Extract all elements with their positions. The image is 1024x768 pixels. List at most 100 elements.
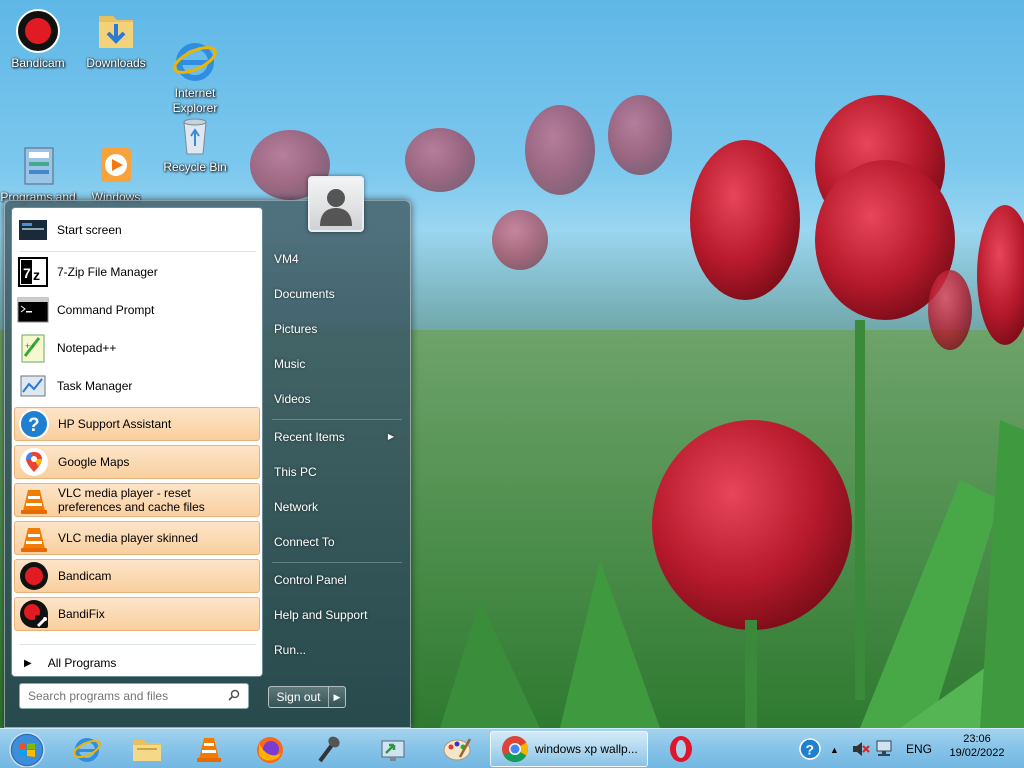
folder-icon (133, 740, 161, 761)
desktop-icon-downloads[interactable]: Downloads (78, 8, 154, 71)
place-item-videos[interactable]: Videos (268, 384, 406, 414)
menu-item-label: Start screen (57, 223, 122, 237)
all-programs-label: All Programs (47, 656, 117, 670)
speaker-muted-icon (853, 742, 870, 756)
bandicam-icon (18, 560, 50, 592)
help-question-icon: ? (799, 738, 821, 760)
tray-volume-muted[interactable] (850, 729, 870, 768)
taskbar-paint[interactable] (430, 731, 484, 767)
programs-features-icon (15, 127, 61, 185)
7zip-icon: 7z (17, 256, 49, 288)
taskbar-opera[interactable] (654, 731, 708, 767)
svg-text:++: ++ (25, 341, 36, 351)
command-prompt-icon (17, 294, 49, 326)
sign-out-button[interactable]: Sign out ▶ (268, 686, 346, 708)
menu-item-vlc-skinned[interactable]: VLC media player skinned (14, 521, 260, 555)
places-separator (272, 419, 402, 420)
place-item-run[interactable]: Run... (268, 635, 406, 665)
menu-item-google-maps[interactable]: Google Maps (14, 445, 260, 479)
place-item-connect-to[interactable]: Connect To (268, 527, 406, 557)
windows-orb-icon (9, 732, 45, 768)
desktop-icon-label: Recycle Bin (163, 160, 227, 174)
place-item-control-panel[interactable]: Control Panel (268, 565, 406, 595)
taskbar-chrome-window[interactable]: windows xp wallp... (490, 731, 648, 767)
place-item-this-pc[interactable]: This PC (268, 457, 406, 487)
svg-text:?: ? (806, 742, 815, 758)
taskbar-remote-desktop[interactable] (366, 731, 420, 767)
menu-item-label: HP Support Assistant (58, 417, 172, 431)
svg-text:7: 7 (23, 265, 31, 281)
menu-item-command-prompt[interactable]: Command Prompt (14, 293, 260, 327)
firefox-icon (257, 737, 283, 763)
tray-help-icon[interactable]: ? (798, 729, 822, 768)
place-item-network[interactable]: Network (268, 492, 406, 522)
menu-item-task-manager[interactable]: Task Manager (14, 369, 260, 403)
start-menu-programs-pane: Start screen 7z 7-Zip File Manager Comma… (11, 207, 263, 677)
menu-item-label: VLC media player - reset preferences and… (58, 486, 205, 514)
tray-language[interactable]: ENG (906, 729, 932, 768)
menu-item-bandicam[interactable]: Bandicam (14, 559, 260, 593)
menu-item-notepadpp[interactable]: ++ Notepad++ (14, 331, 260, 365)
recycle-bin-icon (172, 112, 218, 158)
internet-explorer-icon (172, 23, 218, 81)
task-label: windows xp wallp... (535, 742, 638, 756)
menu-item-label: Google Maps (58, 455, 130, 469)
menu-item-7zip[interactable]: 7z 7-Zip File Manager (14, 255, 260, 289)
taskbar-internet-explorer[interactable] (60, 731, 114, 767)
taskbar-clock[interactable]: 23:06 19/02/2022 (942, 732, 1012, 760)
start-button[interactable] (0, 731, 52, 768)
desktop-icon-label: Bandicam (11, 56, 65, 70)
vlc-cone-icon (197, 738, 221, 762)
place-item-pictures[interactable]: Pictures (268, 314, 406, 344)
search-input[interactable] (28, 689, 224, 703)
help-question-icon: ? (18, 408, 50, 440)
tray-network[interactable] (874, 729, 896, 768)
sign-out-arrow-icon[interactable]: ▶ (329, 687, 345, 707)
media-player-icon (93, 127, 139, 182)
menu-item-start-screen[interactable]: Start screen (14, 213, 260, 247)
menu-item-hp-support[interactable]: ? HP Support Assistant (14, 407, 260, 441)
taskbar-file-explorer[interactable] (120, 731, 174, 767)
start-screen-icon (17, 214, 49, 246)
search-icon[interactable] (224, 689, 244, 704)
place-item-label: Recent Items (274, 430, 345, 444)
search-box[interactable] (19, 683, 249, 709)
opera-icon (670, 736, 692, 762)
clock-date: 19/02/2022 (949, 747, 1005, 759)
place-item-documents[interactable]: Documents (268, 279, 406, 309)
menu-item-label: Command Prompt (57, 303, 155, 317)
menu-separator (20, 644, 256, 645)
tray-show-hidden-icons[interactable]: ▲ (830, 729, 839, 768)
taskbar-vlc[interactable] (182, 731, 236, 767)
notepadpp-icon: ++ (17, 332, 49, 364)
svg-text:z: z (33, 267, 40, 283)
vlc-cone-icon (18, 484, 50, 516)
svg-text:?: ? (28, 415, 40, 436)
place-item-recent-items[interactable]: Recent Items ▶ (268, 422, 406, 452)
desktop-icon-label: Downloads (86, 56, 146, 70)
triangle-right-icon: ▶ (24, 657, 32, 669)
menu-item-vlc-reset[interactable]: VLC media player - reset preferences and… (14, 483, 260, 517)
menu-item-bandifix[interactable]: BandiFix (14, 597, 260, 631)
place-item-user[interactable]: VM4 (268, 244, 406, 274)
desktop-icon-bandicam[interactable]: Bandicam (0, 8, 76, 71)
bandifix-wrench-icon (18, 598, 50, 630)
user-avatar[interactable] (308, 176, 364, 232)
place-item-help-support[interactable]: Help and Support (268, 600, 406, 630)
menu-item-label: 7-Zip File Manager (57, 265, 158, 279)
taskbar-microphone-app[interactable] (302, 731, 356, 767)
microphone-icon (318, 736, 340, 763)
all-programs-button[interactable]: ▶ All Programs (18, 648, 258, 678)
menu-item-label: Bandicam (58, 569, 112, 583)
downloads-folder-icon (93, 8, 139, 54)
taskbar: windows xp wallp... ? ▲ ENG (0, 728, 1024, 768)
chevron-up-icon: ▲ (830, 745, 839, 755)
user-silhouette-icon (320, 189, 352, 226)
task-manager-icon (17, 370, 49, 402)
desktop-icon-recycle-bin[interactable]: Recycle Bin (157, 112, 233, 175)
start-menu-places-pane: VM4 Documents Pictures Music Videos Rece… (268, 244, 406, 674)
submenu-arrow-icon: ▶ (387, 432, 394, 441)
place-item-music[interactable]: Music (268, 349, 406, 379)
taskbar-firefox[interactable] (243, 731, 297, 767)
network-icon (876, 740, 892, 756)
